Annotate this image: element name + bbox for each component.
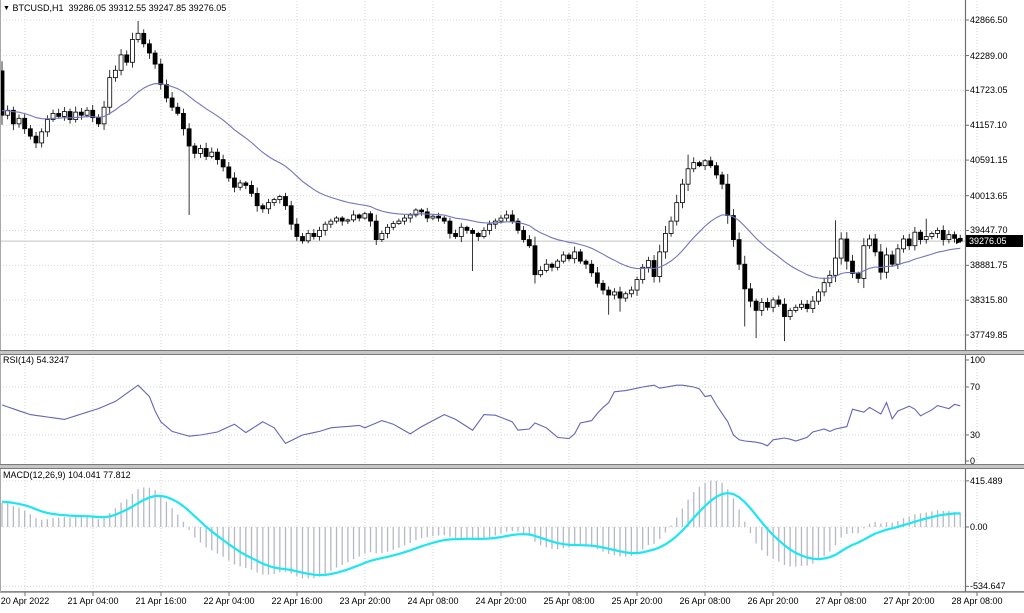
symbol-timeframe-label: BTCUSD,H1 — [12, 3, 63, 13]
time-axis-label: 22 Apr 16:00 — [271, 596, 322, 606]
trading-chart-window: ▼ BTCUSD,H1 39286.05 39312.55 39247.85 3… — [0, 0, 1024, 613]
price-axis-label: 40591.15 — [970, 155, 1008, 165]
low-value: 39247.85 — [149, 3, 187, 13]
current-price-tag: 39276.05 — [966, 235, 1023, 247]
rsi-axis-label: 0 — [970, 456, 975, 466]
high-value: 39312.55 — [109, 3, 147, 13]
time-axis-label: 26 Apr 08:00 — [679, 596, 730, 606]
price-axis-label: 40013.65 — [970, 191, 1008, 201]
panel-splitter-price-rsi[interactable] — [0, 350, 1024, 355]
time-axis-label: 25 Apr 08:00 — [543, 596, 594, 606]
time-axis-label: 28 Apr 08:00 — [951, 596, 1002, 606]
price-axis-label: 38315.80 — [970, 295, 1008, 305]
rsi-axis-label: 70 — [970, 382, 980, 392]
price-axis-label: 42866.50 — [970, 15, 1008, 25]
time-axis-label: 20 Apr 2022 — [1, 596, 50, 606]
macd-axis-label: 415.489 — [970, 476, 1003, 486]
time-axis-label: 23 Apr 20:00 — [339, 596, 390, 606]
macd-signal-value: 77.812 — [103, 470, 131, 480]
time-axis-label: 24 Apr 08:00 — [407, 596, 458, 606]
close-value: 39276.05 — [189, 3, 227, 13]
time-axis-label: 21 Apr 16:00 — [135, 596, 186, 606]
price-axis-label: 39447.70 — [970, 225, 1008, 235]
rsi-indicator-label: RSI(14) 54.3247 — [3, 355, 69, 365]
time-axis-label: 22 Apr 04:00 — [203, 596, 254, 606]
chart-plot-area[interactable] — [0, 0, 1024, 613]
rsi-axis-label: 100 — [970, 355, 985, 365]
macd-axis-label: 0.00 — [970, 522, 988, 532]
price-axis-label: 42289.00 — [970, 51, 1008, 61]
rsi-axis-label: 30 — [970, 430, 980, 440]
panel-splitter-rsi-macd[interactable] — [0, 464, 1024, 469]
time-axis-label: 21 Apr 04:00 — [67, 596, 118, 606]
time-axis-label: 25 Apr 20:00 — [611, 596, 662, 606]
open-value: 39286.05 — [68, 3, 106, 13]
time-axis-label: 27 Apr 08:00 — [815, 596, 866, 606]
rsi-current-value: 54.3247 — [37, 355, 70, 365]
macd-current-value: 104.041 — [68, 470, 101, 480]
price-axis-label: 41723.05 — [970, 85, 1008, 95]
time-axis-label: 27 Apr 20:00 — [883, 596, 934, 606]
macd-axis-label: -534.647 — [970, 581, 1006, 591]
chart-header: ▼ BTCUSD,H1 39286.05 39312.55 39247.85 3… — [3, 3, 226, 13]
price-axis-label: 41157.10 — [970, 120, 1007, 130]
macd-indicator-label: MACD(12,26,9) 104.041 77.812 — [3, 470, 131, 480]
price-axis-label: 37749.85 — [970, 330, 1008, 340]
time-axis-label: 26 Apr 20:00 — [747, 596, 798, 606]
time-axis-label: 24 Apr 20:00 — [475, 596, 526, 606]
price-axis-label: 38881.75 — [970, 260, 1008, 270]
symbol-dropdown-icon[interactable]: ▼ — [3, 5, 10, 12]
